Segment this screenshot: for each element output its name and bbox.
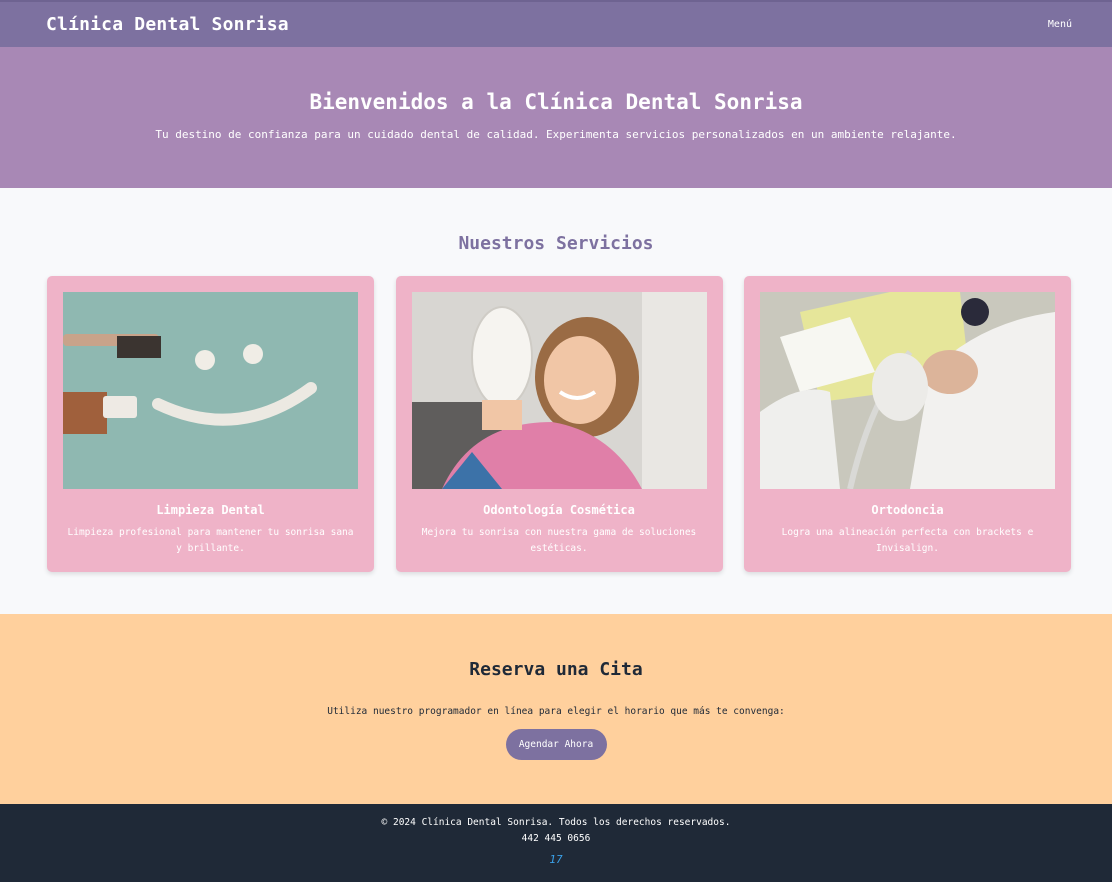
navbar: Clínica Dental Sonrisa Menú	[0, 0, 1112, 47]
service-cards: Limpieza Dental Limpieza profesional par…	[47, 276, 1071, 572]
service-title: Odontología Cosmética	[483, 503, 635, 517]
service-card-limpieza: Limpieza Dental Limpieza profesional par…	[47, 276, 374, 572]
services-section: Nuestros Servicios Limpieza Dental Limpi…	[0, 188, 1112, 614]
woman-mirror-photo	[411, 292, 707, 489]
service-title: Limpieza Dental	[156, 503, 265, 517]
service-card-cosmetica: Odontología Cosmética Mejora tu sonrisa …	[395, 276, 723, 572]
schedule-button[interactable]: Agendar Ahora	[505, 729, 607, 760]
service-title: Ortodoncia	[871, 503, 944, 517]
hero-section: Bienvenidos a la Clínica Dental Sonrisa …	[0, 47, 1112, 188]
dentist-procedure-photo	[760, 292, 1055, 489]
services-title: Nuestros Servicios	[458, 233, 654, 254]
footer: © 2024 Clínica Dental Sonrisa. Todos los…	[0, 804, 1112, 882]
hero-title: Bienvenidos a la Clínica Dental Sonrisa	[309, 90, 803, 114]
hero-subtitle: Tu destino de confianza para un cuidado …	[155, 128, 957, 141]
service-description: Mejora tu sonrisa con nuestra gama de so…	[421, 527, 697, 554]
service-description: Limpieza profesional para mantener tu so…	[67, 527, 354, 554]
booking-text: Utiliza nuestro programador en línea par…	[327, 706, 785, 717]
toothbrush-smile-photo	[63, 292, 358, 489]
footer-copyright: © 2024 Clínica Dental Sonrisa. Todos los…	[381, 817, 731, 828]
footer-phone: 442 445 0656	[521, 833, 591, 844]
menu-link[interactable]: Menú	[1048, 19, 1072, 30]
service-description: Logra una alineación perfecta con bracke…	[781, 527, 1034, 554]
footer-logo: 17	[549, 853, 563, 866]
brand-name[interactable]: Clínica Dental Sonrisa	[46, 14, 289, 35]
booking-section: Reserva una Cita Utiliza nuestro program…	[0, 614, 1112, 804]
service-card-ortodoncia: Ortodoncia Logra una alineación perfecta…	[744, 276, 1071, 572]
booking-title: Reserva una Cita	[469, 659, 643, 680]
